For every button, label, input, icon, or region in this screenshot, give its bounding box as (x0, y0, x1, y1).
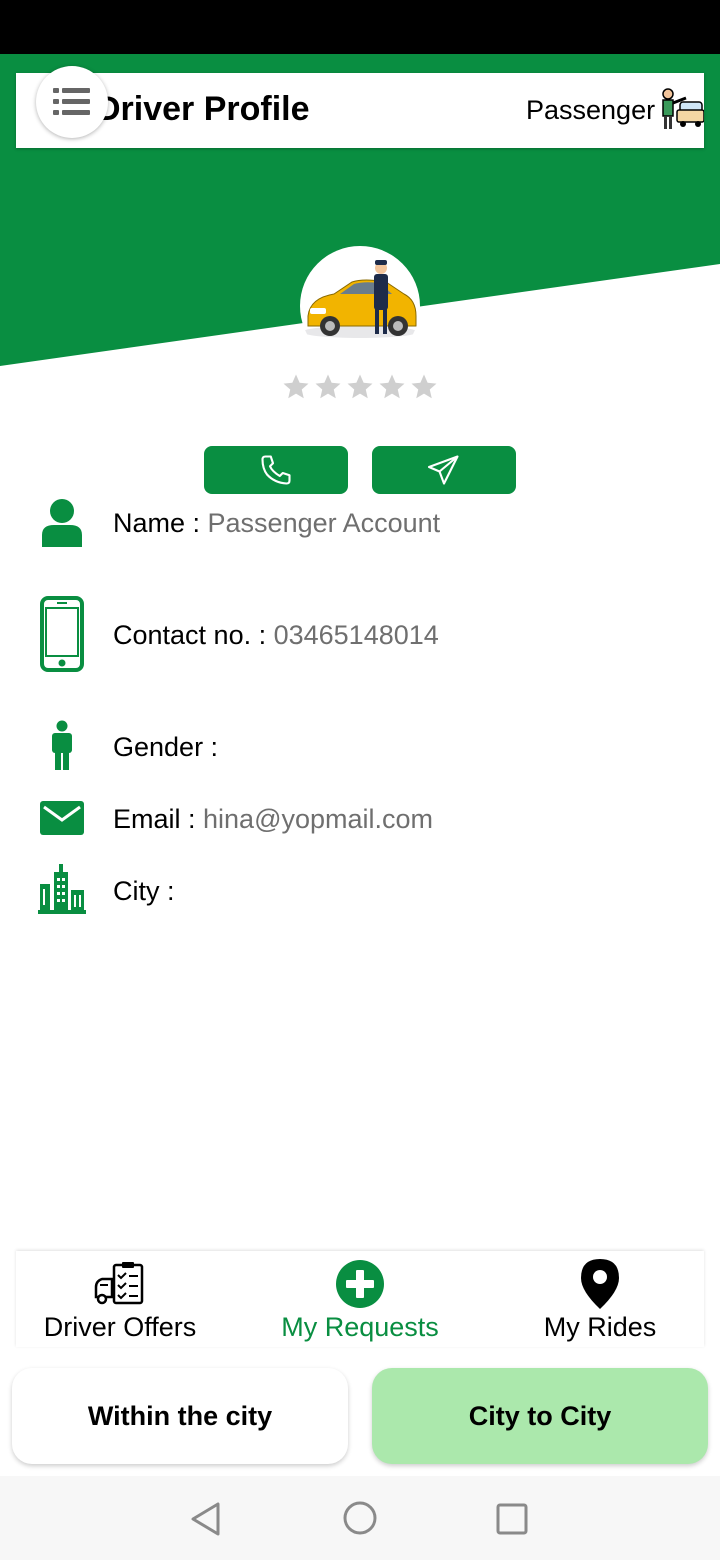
nav-item-driver-offers[interactable]: Driver Offers (16, 1251, 224, 1347)
star-icon (283, 374, 309, 399)
message-button[interactable] (372, 446, 516, 494)
home-circle-icon[interactable] (343, 1501, 377, 1535)
within-city-button[interactable]: Within the city (12, 1368, 348, 1464)
system-navigation-bar (0, 1476, 720, 1560)
name-value: Passenger Account (207, 508, 441, 538)
nav-label-my-rides: My Rides (543, 1312, 657, 1342)
list-icon (53, 88, 90, 115)
contact-row: Contact no. : 03465148014 (113, 619, 439, 651)
mail-icon (40, 801, 84, 835)
rating-stars (281, 372, 441, 404)
back-triangle-icon[interactable] (190, 1502, 222, 1536)
bottom-navigation: Driver Offers My Requests My Rides (16, 1251, 704, 1347)
email-row: Email : hina@yopmail.com (113, 803, 433, 835)
menu-button[interactable] (36, 66, 108, 138)
gender-row: Gender : (113, 731, 218, 763)
passenger-taxi-icon[interactable] (658, 86, 704, 132)
driver-offers-icon (94, 1262, 144, 1305)
name-row: Name : Passenger Account (113, 507, 440, 539)
contact-label: Contact no. : (113, 620, 274, 650)
city-buildings-icon (38, 864, 86, 914)
taxi-driver-avatar (302, 260, 418, 338)
city-to-city-button[interactable]: City to City (372, 1368, 708, 1464)
person-icon (42, 499, 82, 547)
nav-item-my-rides[interactable]: My Rides (496, 1251, 704, 1347)
star-icon (379, 374, 405, 399)
city-label: City : (113, 876, 175, 906)
nav-item-my-requests[interactable]: My Requests (256, 1251, 464, 1347)
status-bar (0, 0, 720, 54)
email-label: Email : (113, 804, 204, 834)
location-pin-icon (581, 1259, 619, 1309)
gender-label: Gender : (113, 732, 219, 762)
star-icon (315, 374, 341, 399)
gender-person-icon (52, 720, 72, 770)
recents-square-icon[interactable] (496, 1503, 528, 1535)
user-mode-label[interactable]: Passenger (526, 94, 655, 126)
star-icon (347, 374, 373, 399)
name-label: Name : (113, 508, 208, 538)
star-icon (411, 374, 437, 399)
city-row: City : (113, 875, 175, 907)
page-title: Driver Profile (96, 90, 310, 128)
call-button[interactable] (204, 446, 348, 494)
mobile-phone-icon (40, 596, 84, 672)
nav-label-my-requests: My Requests (281, 1312, 439, 1342)
send-icon (427, 455, 459, 485)
phone-icon (261, 455, 291, 485)
contact-value: 03465148014 (273, 620, 439, 650)
email-value: hina@yopmail.com (203, 804, 434, 834)
add-circle-icon (336, 1260, 384, 1308)
nav-label-driver-offers: Driver Offers (43, 1312, 197, 1342)
driver-avatar[interactable] (300, 246, 420, 366)
